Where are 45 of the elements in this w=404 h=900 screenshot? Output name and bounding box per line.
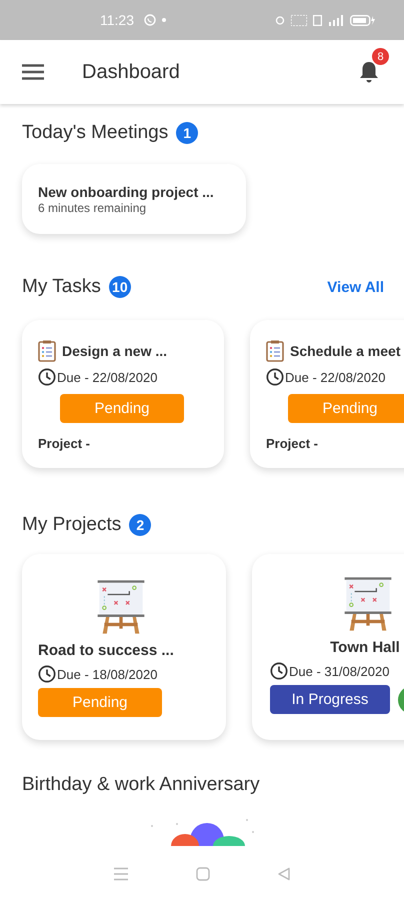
due-date: Due - 22/08/2020 <box>57 370 158 384</box>
project-card[interactable]: Road to success ... Due - 18/08/2020 Pending <box>22 554 226 740</box>
project-title: Road to success ... <box>38 642 175 659</box>
section-title: My Tasks <box>22 276 101 298</box>
task-card[interactable]: Design a new ... Due - 22/08/2020 Pending Project - <box>22 320 224 468</box>
notification-badge: 8 <box>372 48 389 65</box>
clock-icon <box>38 665 56 683</box>
clock-icon <box>266 368 284 386</box>
status-button[interactable]: In Progress <box>270 685 390 714</box>
back-icon <box>276 867 291 881</box>
alarm-icon <box>275 15 285 25</box>
count-badge: 1 <box>176 122 198 144</box>
project-label: Project - <box>266 436 320 451</box>
section-title: My Projects <box>22 514 122 536</box>
clock-icon <box>270 662 288 680</box>
chat-icon <box>144 14 156 26</box>
section-title: Birthday & work Anniversary <box>22 774 260 796</box>
bell-icon <box>358 60 380 84</box>
battery-icon <box>350 14 376 26</box>
clipboard-icon <box>38 340 56 362</box>
dot-icon <box>162 18 166 22</box>
signal-icon <box>328 14 344 26</box>
project-card[interactable]: Town Hall Due - 31/08/2020 In Progress <box>252 554 404 740</box>
clipboard-icon <box>266 340 284 362</box>
due-date: Due - 18/08/2020 <box>57 666 158 682</box>
project-label: Project - <box>38 436 92 451</box>
meeting-title: New onboarding project ... <box>38 184 215 200</box>
menu-icon <box>22 64 44 80</box>
task-card[interactable]: Schedule a meet Due - 22/08/2020 Pending Project - <box>250 320 404 468</box>
clock-icon <box>38 368 56 386</box>
view-all-link[interactable]: View All <box>327 278 384 296</box>
section-title: Today's Meetings <box>22 122 168 144</box>
task-title: Schedule a meet <box>290 343 400 359</box>
status-time: 11:23 <box>100 12 134 28</box>
due-date: Due - 22/08/2020 <box>285 370 386 384</box>
due-date: Due - 31/08/2020 <box>289 664 390 678</box>
count-badge: 2 <box>129 514 152 536</box>
meeting-card[interactable]: New onboarding project ... 6 minutes remaining <box>22 164 246 234</box>
task-title: Design a new ... <box>62 343 168 359</box>
menu-icon <box>113 867 130 881</box>
project-title: Town Hall <box>329 639 401 656</box>
count-badge: 10 <box>108 276 131 298</box>
home-icon <box>196 867 210 881</box>
page-title: Dashboard <box>82 60 181 84</box>
meeting-time-remaining: 6 minutes remaining <box>38 201 148 215</box>
